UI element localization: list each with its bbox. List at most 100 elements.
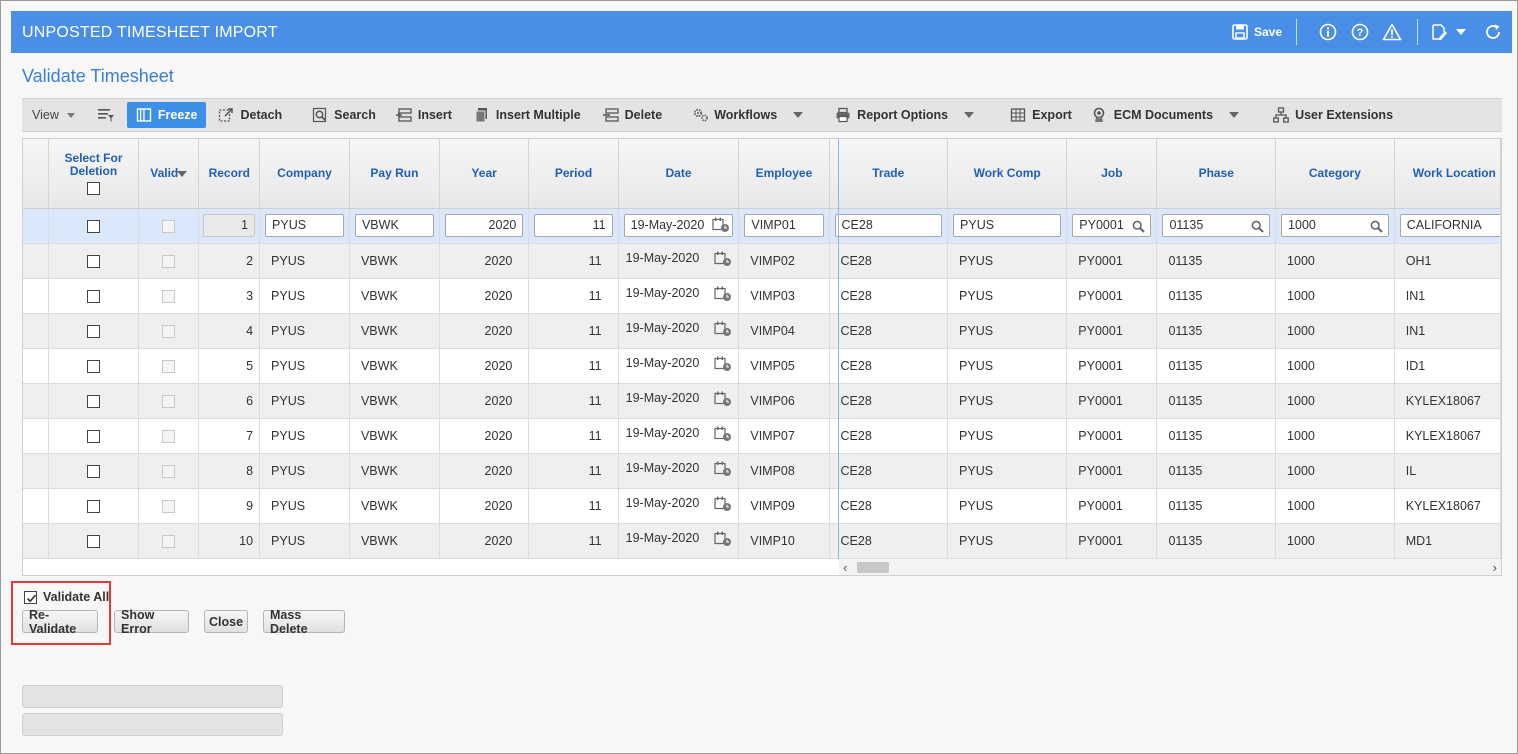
col-pay-run[interactable]: Pay Run bbox=[349, 139, 440, 209]
select-cell[interactable] bbox=[48, 488, 140, 524]
col-employee[interactable]: Employee bbox=[738, 139, 830, 209]
phase-cell[interactable]: 01135 bbox=[1156, 488, 1277, 524]
select-for-deletion-checkbox[interactable] bbox=[87, 464, 100, 478]
work-comp-cell[interactable]: PYUS bbox=[947, 348, 1068, 384]
select-for-deletion-checkbox[interactable] bbox=[87, 534, 100, 548]
warning-icon[interactable] bbox=[1381, 21, 1403, 43]
company-cell[interactable]: PYUS bbox=[259, 488, 350, 524]
user-extensions-button[interactable]: User Extensions bbox=[1265, 102, 1401, 128]
search-icon[interactable] bbox=[1132, 219, 1146, 236]
job-cell[interactable]: PY0001 bbox=[1066, 453, 1158, 489]
chevron-down-icon[interactable] bbox=[1454, 21, 1468, 43]
phase-cell[interactable]: 01135 bbox=[1156, 278, 1277, 314]
select-for-deletion-checkbox[interactable] bbox=[87, 219, 100, 233]
edit-notes-icon[interactable] bbox=[1428, 21, 1450, 43]
pay-run-cell[interactable]: VBWK bbox=[349, 453, 440, 489]
detach-button[interactable]: Detach bbox=[210, 102, 290, 128]
period-cell[interactable]: 11 bbox=[528, 348, 619, 384]
table-row[interactable]: 8 PYUS VBWK 2020 11 19-May-2020 VIMP08 CE28 PYUS… bbox=[23, 453, 1501, 489]
date-cell[interactable]: 19-May-2020 bbox=[618, 243, 740, 279]
report-options-menu[interactable]: Report Options bbox=[827, 102, 988, 128]
calendar-icon[interactable] bbox=[714, 321, 732, 340]
period-cell[interactable]: 11 bbox=[528, 313, 619, 349]
job-cell[interactable]: PY0001 bbox=[1066, 383, 1158, 419]
year-cell[interactable]: 2020 bbox=[439, 383, 530, 419]
pay-run-cell[interactable]: VBWK bbox=[349, 313, 440, 349]
employee-cell[interactable]: VIMP08 bbox=[738, 453, 830, 489]
work-location-cell[interactable]: KYLEX18067 bbox=[1394, 383, 1501, 419]
validate-all-option[interactable]: Validate All bbox=[24, 590, 109, 604]
close-button[interactable]: Close bbox=[204, 610, 248, 633]
select-cell[interactable] bbox=[48, 418, 140, 454]
work-comp-cell[interactable]: PYUS bbox=[947, 523, 1068, 559]
calendar-icon[interactable] bbox=[714, 461, 732, 480]
select-cell[interactable] bbox=[48, 523, 140, 559]
scroll-left-icon[interactable]: ‹ bbox=[843, 560, 847, 575]
company-cell[interactable]: PYUS bbox=[259, 418, 350, 454]
calendar-icon[interactable] bbox=[712, 217, 730, 236]
calendar-icon[interactable] bbox=[714, 286, 732, 305]
work-comp-cell[interactable]: PYUS bbox=[947, 243, 1068, 279]
select-for-deletion-checkbox[interactable] bbox=[87, 289, 100, 303]
search-icon[interactable] bbox=[1251, 219, 1264, 236]
pay-run-cell[interactable]: VBWK bbox=[349, 523, 440, 559]
select-for-deletion-checkbox[interactable] bbox=[87, 499, 100, 513]
table-row[interactable]: 5 PYUS VBWK 2020 11 19-May-2020 VIMP05 CE28 PYUS… bbox=[23, 348, 1501, 384]
phase-input[interactable]: 01135 bbox=[1162, 214, 1271, 237]
date-cell[interactable]: 19-May-2020 bbox=[618, 383, 740, 419]
work-comp-input[interactable]: PYUS bbox=[953, 214, 1062, 237]
refresh-icon[interactable] bbox=[1482, 21, 1504, 43]
work-location-cell[interactable]: IN1 bbox=[1394, 278, 1501, 314]
calendar-icon[interactable] bbox=[714, 426, 732, 445]
insert-multiple-button[interactable]: Insert Multiple bbox=[466, 102, 589, 128]
freeze-button[interactable]: Freeze bbox=[126, 102, 207, 128]
job-cell[interactable]: PY0001 bbox=[1066, 278, 1158, 314]
scrollbar-thumb[interactable] bbox=[857, 562, 889, 573]
col-category[interactable]: Category bbox=[1275, 139, 1395, 209]
select-for-deletion-checkbox[interactable] bbox=[87, 324, 100, 338]
phase-cell[interactable]: 01135 bbox=[1156, 418, 1277, 454]
year-cell[interactable]: 2020 bbox=[439, 488, 530, 524]
select-cell[interactable] bbox=[48, 208, 140, 244]
work-comp-cell[interactable]: PYUS bbox=[947, 313, 1068, 349]
row-indicator[interactable] bbox=[23, 313, 49, 349]
work-location-cell[interactable]: MD1 bbox=[1394, 523, 1501, 559]
category-cell[interactable]: 1000 bbox=[1275, 418, 1395, 454]
date-input[interactable]: 19-May-2020 bbox=[623, 214, 734, 237]
phase-cell[interactable]: 01135 bbox=[1156, 348, 1277, 384]
employee-cell[interactable]: VIMP04 bbox=[738, 313, 830, 349]
category-cell[interactable]: 1000 bbox=[1275, 208, 1395, 244]
col-phase[interactable]: Phase bbox=[1156, 139, 1277, 209]
table-row[interactable]: 3 PYUS VBWK 2020 11 19-May-2020 VIMP03 CE28 PYUS… bbox=[23, 278, 1501, 314]
col-company[interactable]: Company bbox=[259, 139, 350, 209]
trade-cell[interactable]: CE28 bbox=[829, 488, 949, 524]
work-location-cell[interactable]: ID1 bbox=[1394, 348, 1501, 384]
select-cell[interactable] bbox=[48, 313, 140, 349]
select-for-deletion-checkbox[interactable] bbox=[87, 429, 100, 443]
select-cell[interactable] bbox=[48, 348, 140, 384]
col-work-comp[interactable]: Work Comp bbox=[947, 139, 1068, 209]
trade-cell[interactable]: CE28 bbox=[829, 418, 949, 454]
table-row[interactable]: 9 PYUS VBWK 2020 11 19-May-2020 VIMP09 CE28 PYUS… bbox=[23, 488, 1501, 524]
phase-cell[interactable]: 01135 bbox=[1156, 523, 1277, 559]
col-trade[interactable]: Trade bbox=[829, 139, 949, 209]
period-cell[interactable]: 11 bbox=[528, 243, 619, 279]
select-cell[interactable] bbox=[48, 278, 140, 314]
period-cell[interactable]: 11 bbox=[528, 383, 619, 419]
view-menu[interactable]: View bbox=[22, 102, 83, 128]
date-cell[interactable]: 19-May-2020 bbox=[618, 348, 740, 384]
pay-run-cell[interactable]: VBWK bbox=[349, 383, 440, 419]
select-cell[interactable] bbox=[48, 243, 140, 279]
filter-button[interactable] bbox=[83, 102, 127, 128]
trade-input[interactable]: CE28 bbox=[834, 214, 943, 237]
category-cell[interactable]: 1000 bbox=[1275, 523, 1395, 559]
category-cell[interactable]: 1000 bbox=[1275, 243, 1395, 279]
job-cell[interactable]: PY0001 bbox=[1066, 418, 1158, 454]
search-button[interactable]: Search bbox=[304, 102, 384, 128]
horizontal-scrollbar[interactable]: ‹ › bbox=[839, 558, 1501, 575]
col-year[interactable]: Year bbox=[439, 139, 530, 209]
employee-cell[interactable]: VIMP05 bbox=[738, 348, 830, 384]
trade-cell[interactable]: CE28 bbox=[829, 348, 949, 384]
employee-cell[interactable]: VIMP01 bbox=[738, 208, 830, 244]
employee-cell[interactable]: VIMP10 bbox=[738, 523, 830, 559]
